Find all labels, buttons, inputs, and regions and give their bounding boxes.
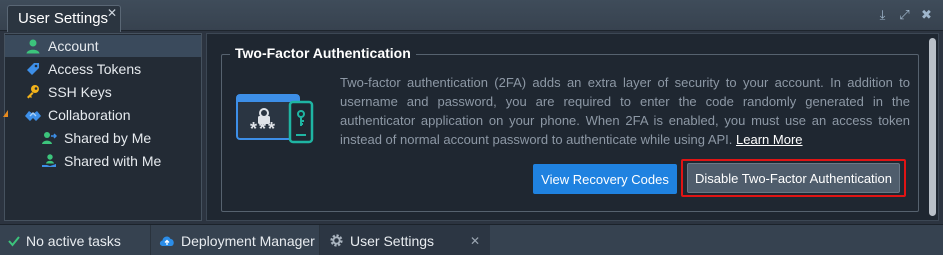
window-tab-title: User Settings bbox=[18, 10, 109, 27]
task-label: No active tasks bbox=[26, 232, 121, 249]
gear-icon bbox=[329, 233, 344, 248]
task-label: User Settings bbox=[350, 232, 435, 249]
task-label: Deployment Manager bbox=[181, 232, 315, 249]
sidebar-item-shared-by-me[interactable]: Shared by Me bbox=[5, 127, 201, 149]
disable-two-factor-button[interactable]: Disable Two-Factor Authentication bbox=[687, 163, 900, 193]
sidebar-item-label: Shared by Me bbox=[64, 130, 152, 146]
sidebar-item-label: SSH Keys bbox=[48, 84, 112, 100]
sidebar-item-collaboration[interactable]: Collaboration bbox=[3, 104, 201, 126]
learn-more-link[interactable]: Learn More bbox=[736, 132, 802, 147]
sidebar-item-label: Access Tokens bbox=[48, 61, 142, 77]
section-title: Two-Factor Authentication bbox=[230, 45, 416, 61]
sidebar-item-label: Collaboration bbox=[48, 107, 131, 123]
view-recovery-codes-button[interactable]: View Recovery Codes bbox=[533, 164, 677, 194]
settings-sidebar: Account Access Tokens SSH Keys Collabora… bbox=[3, 33, 202, 221]
two-factor-description: Two-factor authentication (2FA) adds an … bbox=[340, 73, 910, 149]
cloud-icon bbox=[159, 234, 175, 248]
description-text: Two-factor authentication (2FA) adds an … bbox=[340, 75, 910, 147]
handshake-icon bbox=[24, 106, 42, 124]
task-user-settings[interactable]: User Settings ✕ bbox=[320, 225, 490, 255]
maximize-icon[interactable]: ⤢ bbox=[898, 8, 911, 22]
key-icon bbox=[24, 83, 42, 101]
password-mask: *** bbox=[250, 119, 278, 139]
two-factor-section: Two-Factor Authentication *** Two-factor… bbox=[221, 45, 919, 212]
window-tab-close-icon[interactable]: ✕ bbox=[107, 6, 117, 20]
task-no-active-tasks[interactable]: No active tasks bbox=[8, 225, 148, 255]
highlight-box: Disable Two-Factor Authentication bbox=[681, 159, 906, 197]
user-icon bbox=[24, 37, 42, 55]
tag-icon bbox=[24, 60, 42, 78]
sidebar-item-label: Account bbox=[48, 38, 99, 54]
sidebar-item-account[interactable]: Account bbox=[5, 35, 201, 57]
expand-caret-icon[interactable] bbox=[3, 110, 8, 117]
window-tab-user-settings[interactable]: User Settings ✕ bbox=[7, 5, 121, 32]
sidebar-item-shared-with-me[interactable]: Shared with Me bbox=[5, 150, 201, 172]
taskbar: No active tasks Deployment Manager User … bbox=[0, 224, 943, 255]
download-icon[interactable]: ⤓ bbox=[876, 8, 889, 22]
task-deployment-manager[interactable]: Deployment Manager bbox=[151, 225, 319, 255]
task-close-icon[interactable]: ✕ bbox=[470, 234, 480, 248]
two-factor-illustration: *** bbox=[236, 83, 318, 149]
check-icon bbox=[8, 235, 20, 247]
sidebar-item-access-tokens[interactable]: Access Tokens bbox=[5, 58, 201, 80]
users-share-icon bbox=[40, 129, 58, 147]
scrollbar[interactable] bbox=[929, 38, 936, 216]
window-tab-bar: User Settings ✕ ⤓ ⤢ ✖ bbox=[0, 0, 943, 32]
close-icon[interactable]: ✖ bbox=[920, 8, 933, 22]
main-panel: Two-Factor Authentication *** Two-factor… bbox=[206, 33, 939, 221]
hand-share-icon bbox=[40, 152, 58, 170]
sidebar-item-label: Shared with Me bbox=[64, 153, 162, 169]
window-controls: ⤓ ⤢ ✖ bbox=[876, 8, 933, 22]
sidebar-item-ssh-keys[interactable]: SSH Keys bbox=[5, 81, 201, 103]
